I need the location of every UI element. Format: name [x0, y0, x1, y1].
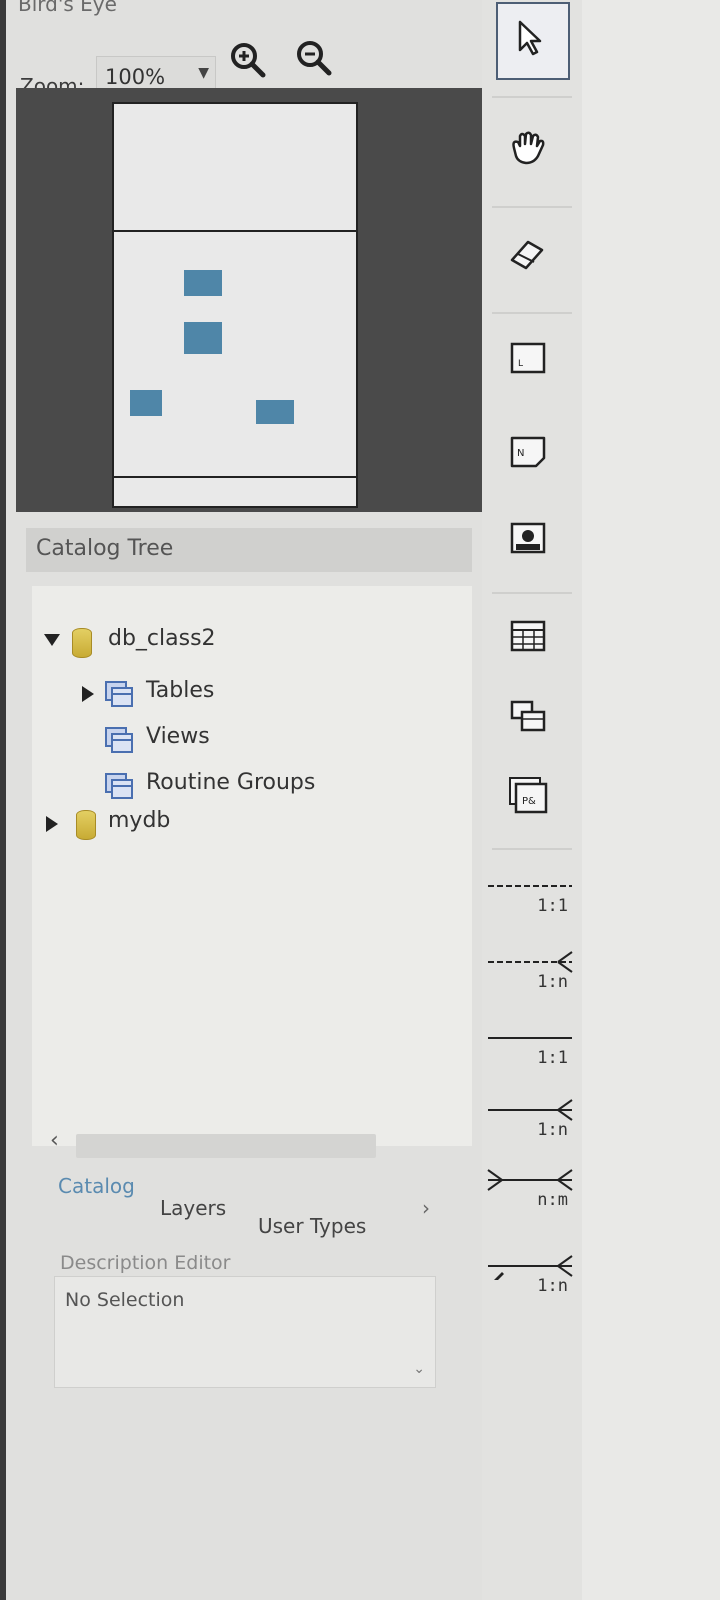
relationship-label: 1:1 [537, 896, 568, 916]
chevron-down-icon[interactable]: ⌄ [413, 1361, 425, 1377]
birdseye-page [112, 102, 358, 508]
svg-text:L: L [518, 359, 523, 369]
relationship-label: n:m [537, 1190, 568, 1210]
relationship-label: 1:n [537, 1120, 568, 1140]
description-editor-select[interactable]: No Selection ⌄ [54, 1276, 436, 1388]
relationship-label: 1:n [537, 1276, 568, 1296]
routine-groups-folder-icon [104, 772, 134, 800]
database-icon [76, 810, 96, 840]
description-editor-value: No Selection [65, 1289, 185, 1311]
view-tool[interactable] [494, 684, 566, 756]
birdseye-viewport[interactable] [16, 88, 482, 512]
chevron-down-icon[interactable]: ▼ [198, 65, 209, 81]
birdseye-table-block [184, 270, 222, 296]
tree-item-label: Tables [146, 678, 215, 703]
zoom-in-icon[interactable] [228, 40, 268, 80]
diagram-toolbar: L N P& 1:1 1:n 1:1 1:n n:m 1:n [482, 0, 582, 1600]
toolbar-separator [492, 96, 572, 98]
relationship-existing-columns[interactable]: 1:n [484, 1246, 576, 1302]
tab-catalog[interactable]: Catalog [58, 1174, 135, 1198]
expand-arrow-icon[interactable] [46, 816, 58, 832]
birdseye-layer-divider [114, 476, 356, 478]
toolbar-separator [492, 848, 572, 850]
image-tool[interactable] [494, 506, 566, 578]
svg-text:N: N [517, 448, 524, 459]
relationship-1-n-nonidentifying[interactable]: 1:n [484, 942, 576, 998]
hand-icon [512, 131, 545, 165]
toolbar-separator [492, 312, 572, 314]
tree-item-label: Routine Groups [146, 770, 316, 795]
relationship-n-m-identifying[interactable]: n:m [484, 1160, 576, 1216]
layer-icon: L [510, 342, 546, 374]
image-icon [510, 522, 546, 554]
chevron-right-icon[interactable]: › [422, 1196, 430, 1220]
table-icon [510, 620, 546, 652]
tree-item-views[interactable]: Views [82, 724, 442, 760]
collapse-arrow-icon[interactable] [44, 634, 60, 646]
tables-folder-icon [104, 680, 134, 708]
tree-item-db-class2[interactable]: db_class2 [44, 626, 444, 662]
routine-group-icon: P& [509, 777, 548, 814]
tree-item-routine-groups[interactable]: Routine Groups [82, 770, 442, 806]
routine-group-tool[interactable]: P& [494, 762, 566, 834]
table-tool[interactable] [494, 604, 566, 676]
tree-item-label: mydb [108, 808, 171, 833]
hand-tool[interactable] [494, 116, 566, 188]
tree-item-label: Views [146, 724, 210, 749]
catalog-tree[interactable]: db_class2 Tables Views Routine Groups my… [32, 586, 472, 1146]
catalog-tree-title: Catalog Tree [36, 536, 174, 561]
tree-item-label: db_class2 [108, 626, 216, 651]
pointer-tool[interactable] [496, 2, 570, 80]
view-icon [510, 700, 546, 732]
birdseye-table-block [184, 322, 222, 354]
relationship-label: 1:n [537, 972, 568, 992]
description-editor-title: Description Editor [60, 1252, 231, 1274]
eraser-icon [510, 240, 544, 270]
expand-arrow-icon[interactable] [82, 686, 94, 702]
catalog-tree-header: Catalog Tree [26, 528, 472, 572]
tree-item-tables[interactable]: Tables [82, 678, 442, 714]
birdseye-table-block [130, 390, 162, 416]
database-icon [72, 628, 92, 658]
eraser-tool[interactable] [494, 222, 566, 294]
relationship-label: 1:1 [537, 1048, 568, 1068]
zoom-out-icon[interactable] [294, 38, 334, 78]
birdseye-table-block [256, 400, 294, 424]
layer-tool[interactable]: L [494, 326, 566, 398]
tab-layers[interactable]: Layers [160, 1196, 226, 1220]
relationship-1-1-identifying[interactable]: 1:1 [484, 1018, 576, 1074]
zoom-value: 100% [105, 65, 166, 89]
scroll-left-icon[interactable]: ‹ [50, 1128, 59, 1153]
relationship-1-1-nonidentifying[interactable]: 1:1 [484, 866, 576, 922]
note-icon: N [510, 436, 546, 468]
relationship-1-n-identifying[interactable]: 1:n [484, 1090, 576, 1146]
side-panel: Bird's Eye Zoom: 100% ▼ Catalog Tree db_… [6, 0, 482, 1600]
horizontal-scrollbar[interactable] [76, 1134, 376, 1158]
birdseye-title: Bird's Eye [18, 0, 117, 16]
tab-user-types[interactable]: User Types [258, 1214, 366, 1238]
toolbar-separator [492, 592, 572, 594]
views-folder-icon [104, 726, 134, 754]
diagram-canvas-edge [582, 0, 720, 1600]
workbench-window: Bird's Eye Zoom: 100% ▼ Catalog Tree db_… [0, 0, 720, 1600]
svg-text:P&: P& [522, 796, 536, 807]
birdseye-layer-divider [114, 230, 356, 232]
tree-item-mydb[interactable]: mydb [44, 808, 444, 844]
note-tool[interactable]: N [494, 420, 566, 492]
toolbar-separator [492, 206, 572, 208]
pointer-icon [518, 20, 542, 56]
